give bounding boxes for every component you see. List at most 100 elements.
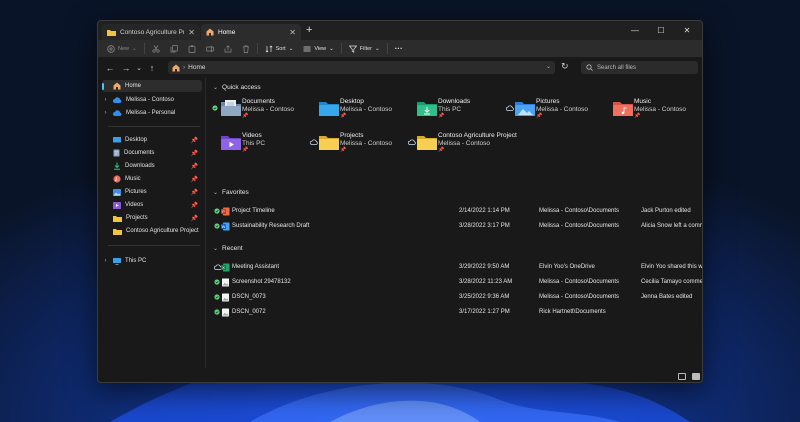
item-location: Melissa - Contoso xyxy=(634,106,687,113)
favorites-header[interactable]: ⌄ Favorites xyxy=(213,186,249,198)
sidebar-item-this-pc[interactable]: › This PC xyxy=(102,255,202,267)
quick-access-item[interactable]: Videos This PC 📌 xyxy=(212,130,310,154)
close-tab-icon[interactable]: ✕ xyxy=(188,28,195,37)
sidebar-item-label: This PC xyxy=(125,258,147,264)
share-button[interactable] xyxy=(219,40,237,57)
item-location: Melissa - Contoso xyxy=(340,140,393,147)
svg-text:P: P xyxy=(222,209,225,214)
tab-contoso-agriculture-project[interactable]: Contoso Agriculture Project ✕ xyxy=(102,24,200,40)
pin-icon[interactable]: 📌 xyxy=(191,150,198,157)
quick-access-item[interactable]: Contoso Agriculture Project Melissa - Con… xyxy=(408,130,517,154)
address-bar[interactable]: › Home ⌄ xyxy=(168,61,555,74)
section-title: Quick access xyxy=(222,83,261,91)
breadcrumb-home[interactable]: Home xyxy=(188,64,205,71)
rename-button[interactable] xyxy=(201,40,219,57)
details-view-button[interactable] xyxy=(678,373,686,380)
separator xyxy=(386,43,388,54)
chevron-down-icon[interactable]: ⌄ xyxy=(546,63,551,70)
pin-icon[interactable]: 📌 xyxy=(191,189,198,196)
pin-icon: 📌 xyxy=(242,147,249,153)
pin-icon[interactable]: 📌 xyxy=(191,215,198,222)
sidebar-item-desktop[interactable]: Desktop 📌 xyxy=(102,134,202,146)
file-row[interactable]: P Project Timeline 2/14/2022 1:14 PM Meliss… xyxy=(212,205,698,218)
sidebar-item-music[interactable]: Music 📌 xyxy=(102,173,202,185)
pin-icon[interactable]: 📌 xyxy=(191,176,198,183)
sidebar-item-melissa-personal[interactable]: › Melissa - Personal xyxy=(102,107,202,119)
quick-access-item[interactable]: Music Melissa - Contoso 📌 xyxy=(604,96,702,120)
sidebar-item-melissa-contoso[interactable]: › Melissa - Contoso xyxy=(102,94,202,106)
file-name: Sustainability Research Draft xyxy=(232,223,310,229)
cut-button[interactable] xyxy=(147,40,165,57)
quick-access-item[interactable]: Desktop Melissa - Contoso 📌 xyxy=(310,96,408,120)
filter-button[interactable]: Filter ⌄ xyxy=(344,40,385,57)
file-row[interactable]: X Meeting Assistant 3/29/2022 9:50 AM Elvin… xyxy=(212,261,702,274)
navigation-pane: Home › Melissa - Contoso › Melissa - Per… xyxy=(98,78,206,368)
sidebar-item-label: Contoso Agriculture Project xyxy=(126,228,199,234)
minimize-button[interactable]: — xyxy=(622,21,648,40)
quick-access-item[interactable]: Projects Melissa - Contoso 📌 xyxy=(310,130,408,154)
sidebar-item-home[interactable]: Home xyxy=(102,80,202,92)
search-box[interactable]: Search all files xyxy=(581,61,698,74)
close-button[interactable]: ✕ xyxy=(674,21,700,40)
folder-icon xyxy=(319,136,339,150)
file-icon: P xyxy=(221,207,230,218)
command-bar: New ⌄ Sort ⌄ View ⌄ Filter ⌄ ··· xyxy=(98,40,702,57)
forward-button[interactable]: → xyxy=(118,59,134,76)
close-tab-icon[interactable]: ✕ xyxy=(289,28,296,37)
quick-access-item[interactable]: Documents Melissa - Contoso 📌 xyxy=(212,96,310,120)
sidebar-item-label: Desktop xyxy=(125,137,148,143)
chevron-right-icon[interactable]: › xyxy=(102,258,109,264)
cloud-status-icon xyxy=(408,139,416,145)
refresh-button[interactable]: ↻ xyxy=(561,61,569,72)
share-icon xyxy=(224,44,231,52)
up-button[interactable]: ↑ xyxy=(144,59,160,76)
pin-icon[interactable]: 📌 xyxy=(191,137,198,144)
sidebar-item-projects[interactable]: Projects 📌 xyxy=(102,212,202,224)
file-activity: Jack Purton edited xyxy=(641,208,691,214)
sidebar-item-documents[interactable]: Documents 📌 xyxy=(102,147,202,159)
item-location: This PC xyxy=(438,106,462,113)
more-options-button[interactable]: ··· xyxy=(390,40,408,57)
tiles-view-button[interactable] xyxy=(692,373,700,380)
quick-access-header[interactable]: ⌄ Quick access xyxy=(213,81,261,93)
item-name: Documents xyxy=(242,98,275,105)
sidebar-item-pictures[interactable]: Pictures 📌 xyxy=(102,186,202,198)
view-button[interactable]: View ⌄ xyxy=(298,40,338,57)
copy-button[interactable] xyxy=(165,40,183,57)
file-icon: X xyxy=(221,263,230,274)
new-button[interactable]: New ⌄ xyxy=(102,40,142,57)
recent-locations-button[interactable]: ⌄ xyxy=(134,59,144,76)
home-content: ⌄ Quick access Documents Melissa - Contos… xyxy=(208,78,702,368)
pin-icon[interactable]: 📌 xyxy=(191,202,198,209)
delete-button[interactable] xyxy=(237,40,255,57)
item-icon xyxy=(319,133,339,153)
new-tab-button[interactable]: + xyxy=(306,24,312,36)
quick-access-item[interactable]: Pictures Melissa - Contoso 📌 xyxy=(506,96,604,120)
synced-status-icon xyxy=(214,279,220,285)
sort-button[interactable]: Sort ⌄ xyxy=(260,40,299,57)
folder-icon xyxy=(107,29,116,36)
pin-icon: 📌 xyxy=(340,147,347,153)
quick-access-item[interactable]: Downloads This PC 📌 xyxy=(408,96,506,120)
chevron-right-icon[interactable]: › xyxy=(102,110,109,116)
sidebar-item-videos[interactable]: Videos 📌 xyxy=(102,199,202,211)
paste-button[interactable] xyxy=(183,40,201,57)
pin-icon: 📌 xyxy=(536,113,543,119)
image-file-icon xyxy=(222,293,229,302)
maximize-button[interactable]: ☐ xyxy=(648,21,674,40)
sidebar-item-contoso-agriculture-project[interactable]: Contoso Agriculture Project xyxy=(102,225,202,237)
tab-home[interactable]: Home ✕ xyxy=(201,24,301,40)
sidebar-item-downloads[interactable]: Downloads 📌 xyxy=(102,160,202,172)
file-row[interactable]: DSCN_0072 3/17/2022 1:27 PM Rick Hartnett\… xyxy=(212,306,698,319)
chevron-right-icon[interactable]: › xyxy=(102,97,109,103)
pin-icon[interactable]: 📌 xyxy=(191,163,198,170)
file-row[interactable]: W Sustainability Research Draft 3/28/2022 … xyxy=(212,220,702,233)
file-date: 2/14/2022 1:14 PM xyxy=(459,208,510,214)
sort-icon xyxy=(265,45,273,52)
file-row[interactable]: Screenshot 29478132 3/28/2022 11:23 AM Mel… xyxy=(212,276,702,289)
file-row[interactable]: DSCN_0073 3/25/2022 9:36 AM Melissa - Cont… xyxy=(212,291,698,304)
pin-icon: 📌 xyxy=(340,113,347,119)
back-button[interactable]: ← xyxy=(102,59,118,76)
new-icon xyxy=(107,44,115,53)
recent-header[interactable]: ⌄ Recent xyxy=(213,242,243,254)
